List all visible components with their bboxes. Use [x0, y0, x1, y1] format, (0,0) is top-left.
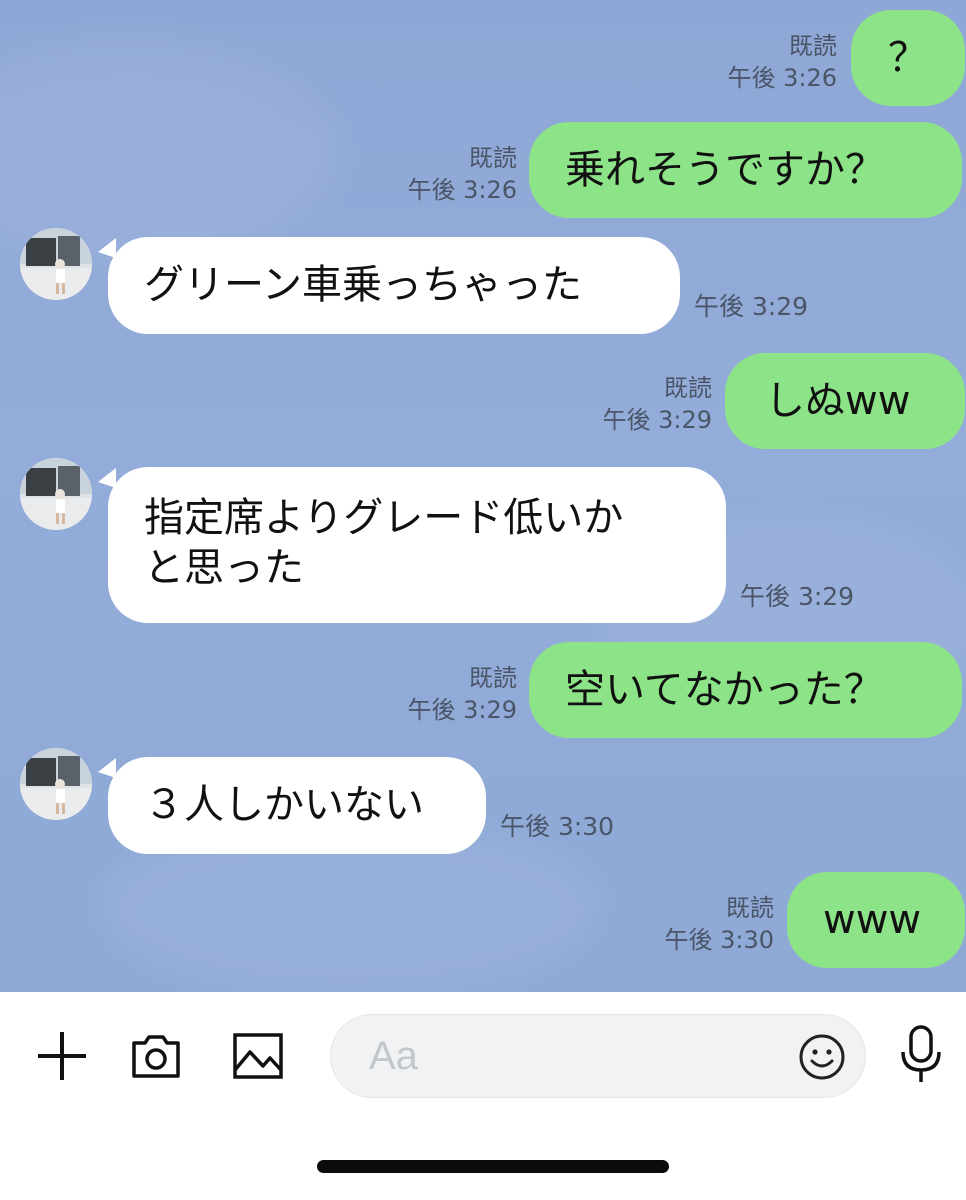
outgoing-message-bubble[interactable]: ？: [851, 10, 965, 106]
background-cloud: [0, 40, 340, 260]
read-receipt: 既読: [469, 144, 517, 172]
message-meta: 既読 午後 3:26: [727, 30, 837, 94]
avatar-photo: [20, 458, 92, 530]
incoming-message-bubble[interactable]: ３人しかいない: [108, 757, 486, 854]
message-time: 午後 3:30: [664, 926, 774, 954]
message-time: 午後 3:26: [407, 176, 517, 204]
incoming-message-bubble[interactable]: グリーン車乗っちゃった: [108, 237, 680, 334]
message-time: 午後 3:29: [694, 292, 809, 321]
message-text: www: [823, 897, 922, 943]
outgoing-message-bubble[interactable]: www: [787, 872, 965, 968]
message-time: 午後 3:29: [407, 696, 517, 724]
camera-icon[interactable]: [128, 1028, 184, 1088]
image-icon[interactable]: [230, 1028, 286, 1088]
message-time: 午後 3:26: [727, 64, 837, 92]
plus-icon[interactable]: [34, 1028, 90, 1088]
message-meta: 既読 午後 3:30: [664, 892, 774, 956]
message-text: ？: [888, 35, 928, 81]
message-text: 空いてなかった？: [565, 667, 884, 713]
outgoing-message-bubble[interactable]: 乗れそうですか？: [529, 122, 962, 218]
message-meta: 既読 午後 3:29: [602, 372, 712, 436]
message-input[interactable]: Aa: [330, 1014, 866, 1098]
message-text: しぬww: [765, 378, 911, 424]
read-receipt: 既読: [726, 894, 774, 922]
home-indicator[interactable]: [317, 1160, 669, 1173]
read-receipt: 既読: [469, 664, 517, 692]
message-meta: 既読 午後 3:26: [407, 142, 517, 206]
outgoing-message-bubble[interactable]: 空いてなかった？: [529, 642, 962, 738]
emoji-icon[interactable]: [797, 1032, 847, 1086]
message-text-line: 指定席よりグレード低いか: [144, 495, 624, 541]
message-time: 午後 3:29: [740, 582, 855, 611]
message-meta: 既読 午後 3:29: [407, 662, 517, 726]
message-text: 乗れそうですか？: [565, 147, 885, 193]
avatar[interactable]: [20, 458, 92, 530]
message-text: グリーン車乗っちゃった: [144, 262, 582, 308]
read-receipt: 既読: [664, 374, 712, 402]
message-time: 午後 3:29: [602, 406, 712, 434]
chat-area[interactable]: 既読 午後 3:26 ？ 既読 午後 3:26 乗れそうですか？ グリーン車乗っ…: [0, 0, 966, 992]
avatar[interactable]: [20, 228, 92, 300]
read-receipt: 既読: [789, 32, 837, 60]
avatar[interactable]: [20, 748, 92, 820]
message-composer: Aa: [0, 992, 966, 1200]
avatar-photo: [20, 748, 92, 820]
message-time: 午後 3:30: [500, 812, 615, 841]
avatar-photo: [20, 228, 92, 300]
message-text: ３人しかいない: [144, 782, 424, 828]
microphone-icon[interactable]: [896, 1024, 946, 1090]
outgoing-message-bubble[interactable]: しぬww: [725, 353, 965, 449]
input-placeholder: Aa: [369, 1034, 418, 1078]
incoming-message-bubble[interactable]: 指定席よりグレード低いか と思った: [108, 467, 726, 623]
message-text-line: と思った: [144, 545, 304, 591]
